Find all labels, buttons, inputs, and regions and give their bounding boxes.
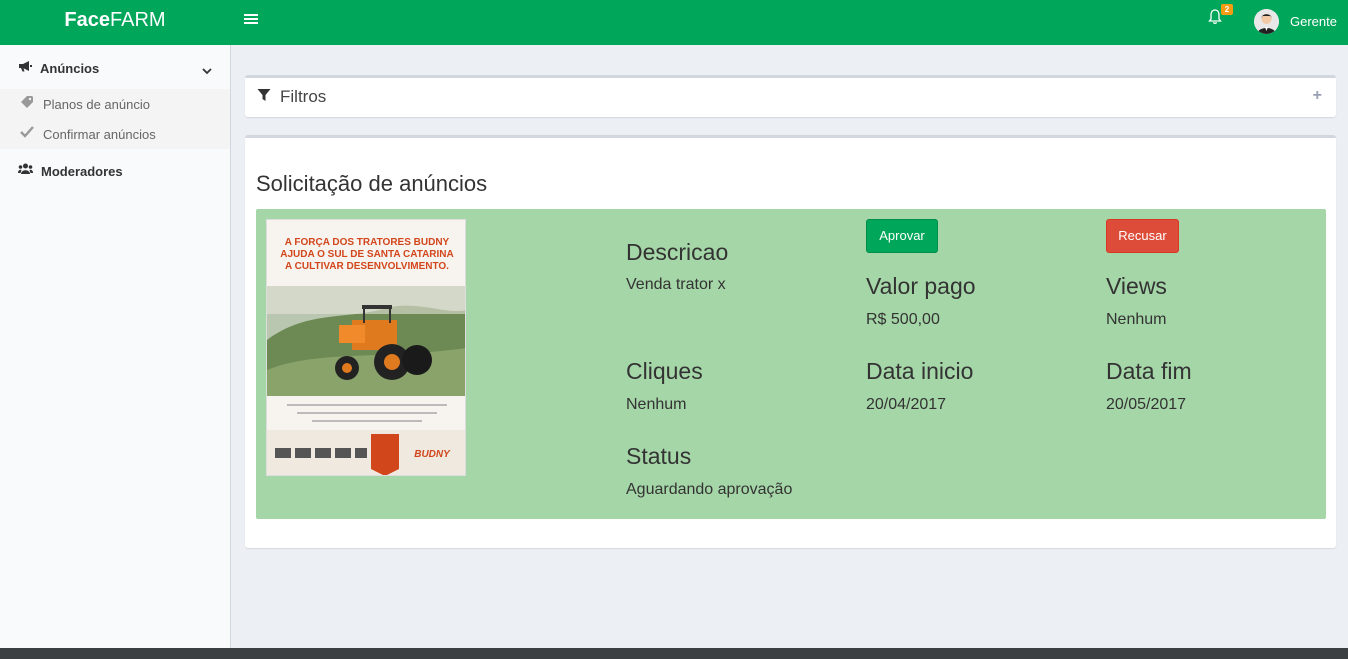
sidebar-item-label: Anúncios xyxy=(40,60,100,76)
avatar xyxy=(1254,8,1279,34)
sidebar-submenu: Planos de anúncio Confirmar anúncios xyxy=(0,89,230,149)
chevron-down-icon[interactable] xyxy=(202,62,212,80)
sidebar-item-moderadores[interactable]: Moderadores xyxy=(0,160,230,182)
refuse-button[interactable]: Recusar xyxy=(1106,219,1179,253)
page-title: Solicitação de anúncios xyxy=(256,171,488,196)
valor-pago-value: R$ 500,00 xyxy=(866,311,940,328)
sidebar-toggle-icon[interactable] xyxy=(244,12,258,26)
sidebar: Anúncios Planos de anúncio Confirmar anú… xyxy=(0,45,231,648)
ad-headline-line-1: A FORÇA DOS TRATORES BUDNY xyxy=(285,237,450,248)
sidebar-item-planos[interactable]: Planos de anúncio xyxy=(0,89,230,119)
ad-image: A FORÇA DOS TRATORES BUDNY AJUDA O SUL D… xyxy=(266,219,466,476)
sidebar-item-anuncios[interactable]: Anúncios xyxy=(0,57,230,79)
data-inicio-value: 20/04/2017 xyxy=(866,396,947,413)
ad-request-card: A FORÇA DOS TRATORES BUDNY AJUDA O SUL D… xyxy=(256,209,1326,519)
filters-title: Filtros xyxy=(280,87,327,106)
ad-headline-line-3: A CULTIVAR DESENVOLVIMENTO. xyxy=(285,261,449,272)
top-navbar: FaceFARM 2 Gerente xyxy=(0,0,1348,45)
status-label: Status xyxy=(626,443,692,469)
bullhorn-icon xyxy=(18,59,32,77)
views-value: Nenhum xyxy=(1106,311,1167,328)
sidebar-item-confirmar[interactable]: Confirmar anúncios xyxy=(0,119,230,149)
expand-icon[interactable]: + xyxy=(1313,87,1322,105)
descricao-label: Descricao xyxy=(626,239,729,265)
os-taskbar xyxy=(0,648,1348,659)
tag-icon xyxy=(20,95,34,114)
data-fim-label: Data fim xyxy=(1106,358,1192,384)
data-inicio-label: Data inicio xyxy=(866,358,974,384)
cliques-value: Nenhum xyxy=(626,396,687,413)
descricao-value: Venda trator x xyxy=(626,276,726,293)
user-name: Gerente xyxy=(1290,13,1337,29)
approve-button[interactable]: Aprovar xyxy=(866,219,938,253)
filters-header[interactable]: Filtros xyxy=(257,87,326,107)
logo-rest: FARM xyxy=(110,9,166,31)
user-menu[interactable]: Gerente xyxy=(1254,8,1337,34)
app-logo[interactable]: FaceFARM xyxy=(0,0,230,45)
views-label: Views xyxy=(1106,273,1167,299)
status-value: Aguardando aprovação xyxy=(626,481,793,498)
sidebar-item-label: Planos de anúncio xyxy=(43,96,150,112)
ad-headline-line-2: AJUDA O SUL DE SANTA CATARINA xyxy=(280,249,454,260)
sidebar-item-label: Confirmar anúncios xyxy=(43,126,156,142)
ad-brand-text: BUDNY xyxy=(414,449,451,460)
sidebar-item-label: Moderadores xyxy=(41,163,123,179)
data-fim-value: 20/05/2017 xyxy=(1106,396,1187,413)
logo-bold: Face xyxy=(64,9,111,31)
users-icon xyxy=(18,162,33,180)
cliques-label: Cliques xyxy=(626,358,703,384)
requests-box: Solicitação de anúncios A FORÇA DOS TRAT… xyxy=(245,135,1336,548)
bell-icon-svg xyxy=(1208,9,1222,24)
check-icon xyxy=(20,125,34,143)
filters-box: Filtros + xyxy=(245,75,1336,117)
filter-icon xyxy=(257,88,271,107)
valor-pago-label: Valor pago xyxy=(866,273,976,299)
notification-badge: 2 xyxy=(1221,4,1233,15)
